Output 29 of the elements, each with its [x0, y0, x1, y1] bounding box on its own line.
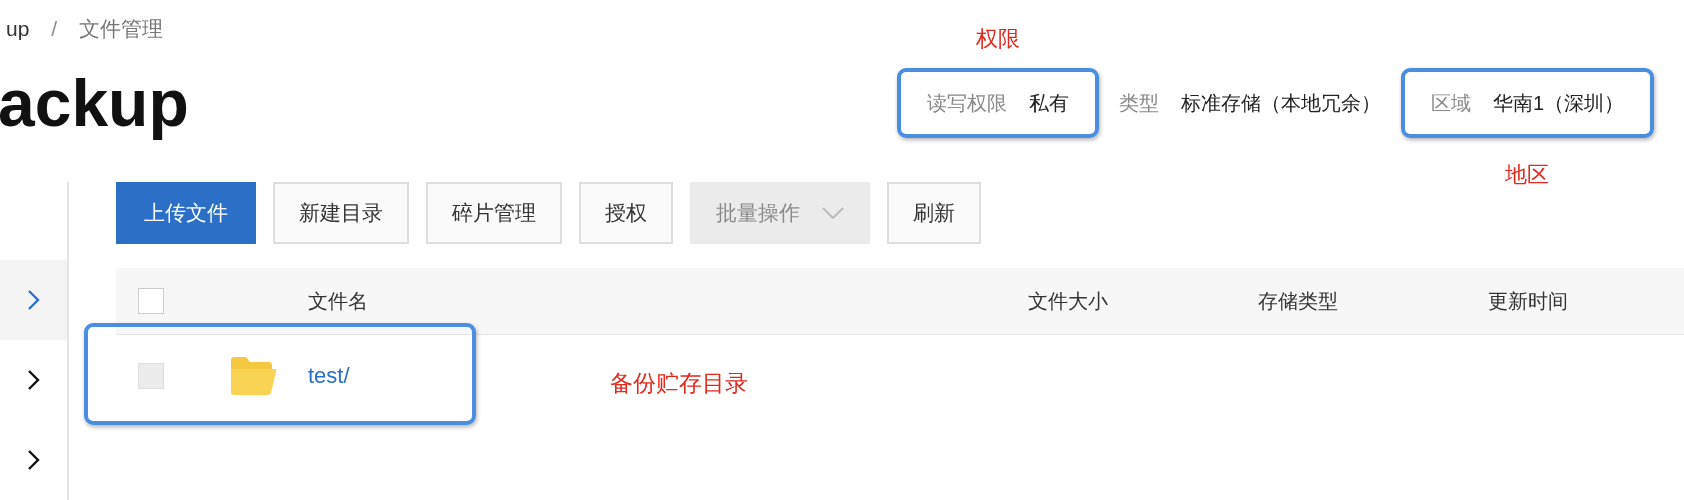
chevron-right-icon — [26, 289, 41, 311]
caret-icon — [822, 207, 844, 219]
annotation-label: 权限 — [975, 25, 1020, 53]
info-label: 读写权限 — [926, 90, 1007, 116]
info-value: 私有 — [1028, 90, 1069, 116]
column-header: 文件大小 — [1028, 288, 1109, 314]
column-header: 文件名 — [308, 288, 369, 314]
info-value: 标准存储（本地冗余） — [1180, 90, 1381, 116]
checkbox[interactable] — [138, 288, 164, 314]
toolbar-button[interactable]: 上传文件 — [116, 182, 256, 244]
chevron-right-icon — [26, 369, 41, 391]
info-label: 区域 — [1430, 90, 1471, 116]
breadcrumb-item: 文件管理 — [79, 16, 164, 42]
annotation-label: 备份贮存目录 — [610, 368, 748, 398]
chevron-right-icon — [26, 449, 41, 471]
page-title: ackup — [0, 65, 190, 141]
folder-icon — [229, 356, 277, 396]
annotation-label: 地区 — [1505, 161, 1550, 189]
info-label: 类型 — [1118, 90, 1159, 116]
toolbar-button[interactable]: 授权 — [579, 182, 673, 244]
toolbar-button[interactable]: 碎片管理 — [426, 182, 562, 244]
column-header: 存储类型 — [1258, 288, 1339, 314]
toolbar-button[interactable]: 刷新 — [887, 182, 981, 244]
sidebar-item[interactable] — [0, 260, 67, 340]
info-value: 华南1（深圳） — [1492, 90, 1624, 116]
breadcrumb-separator: / — [51, 17, 58, 41]
column-header: 更新时间 — [1488, 288, 1568, 314]
breadcrumb-item[interactable]: up — [6, 17, 30, 41]
toolbar-button[interactable]: 新建目录 — [273, 182, 409, 244]
